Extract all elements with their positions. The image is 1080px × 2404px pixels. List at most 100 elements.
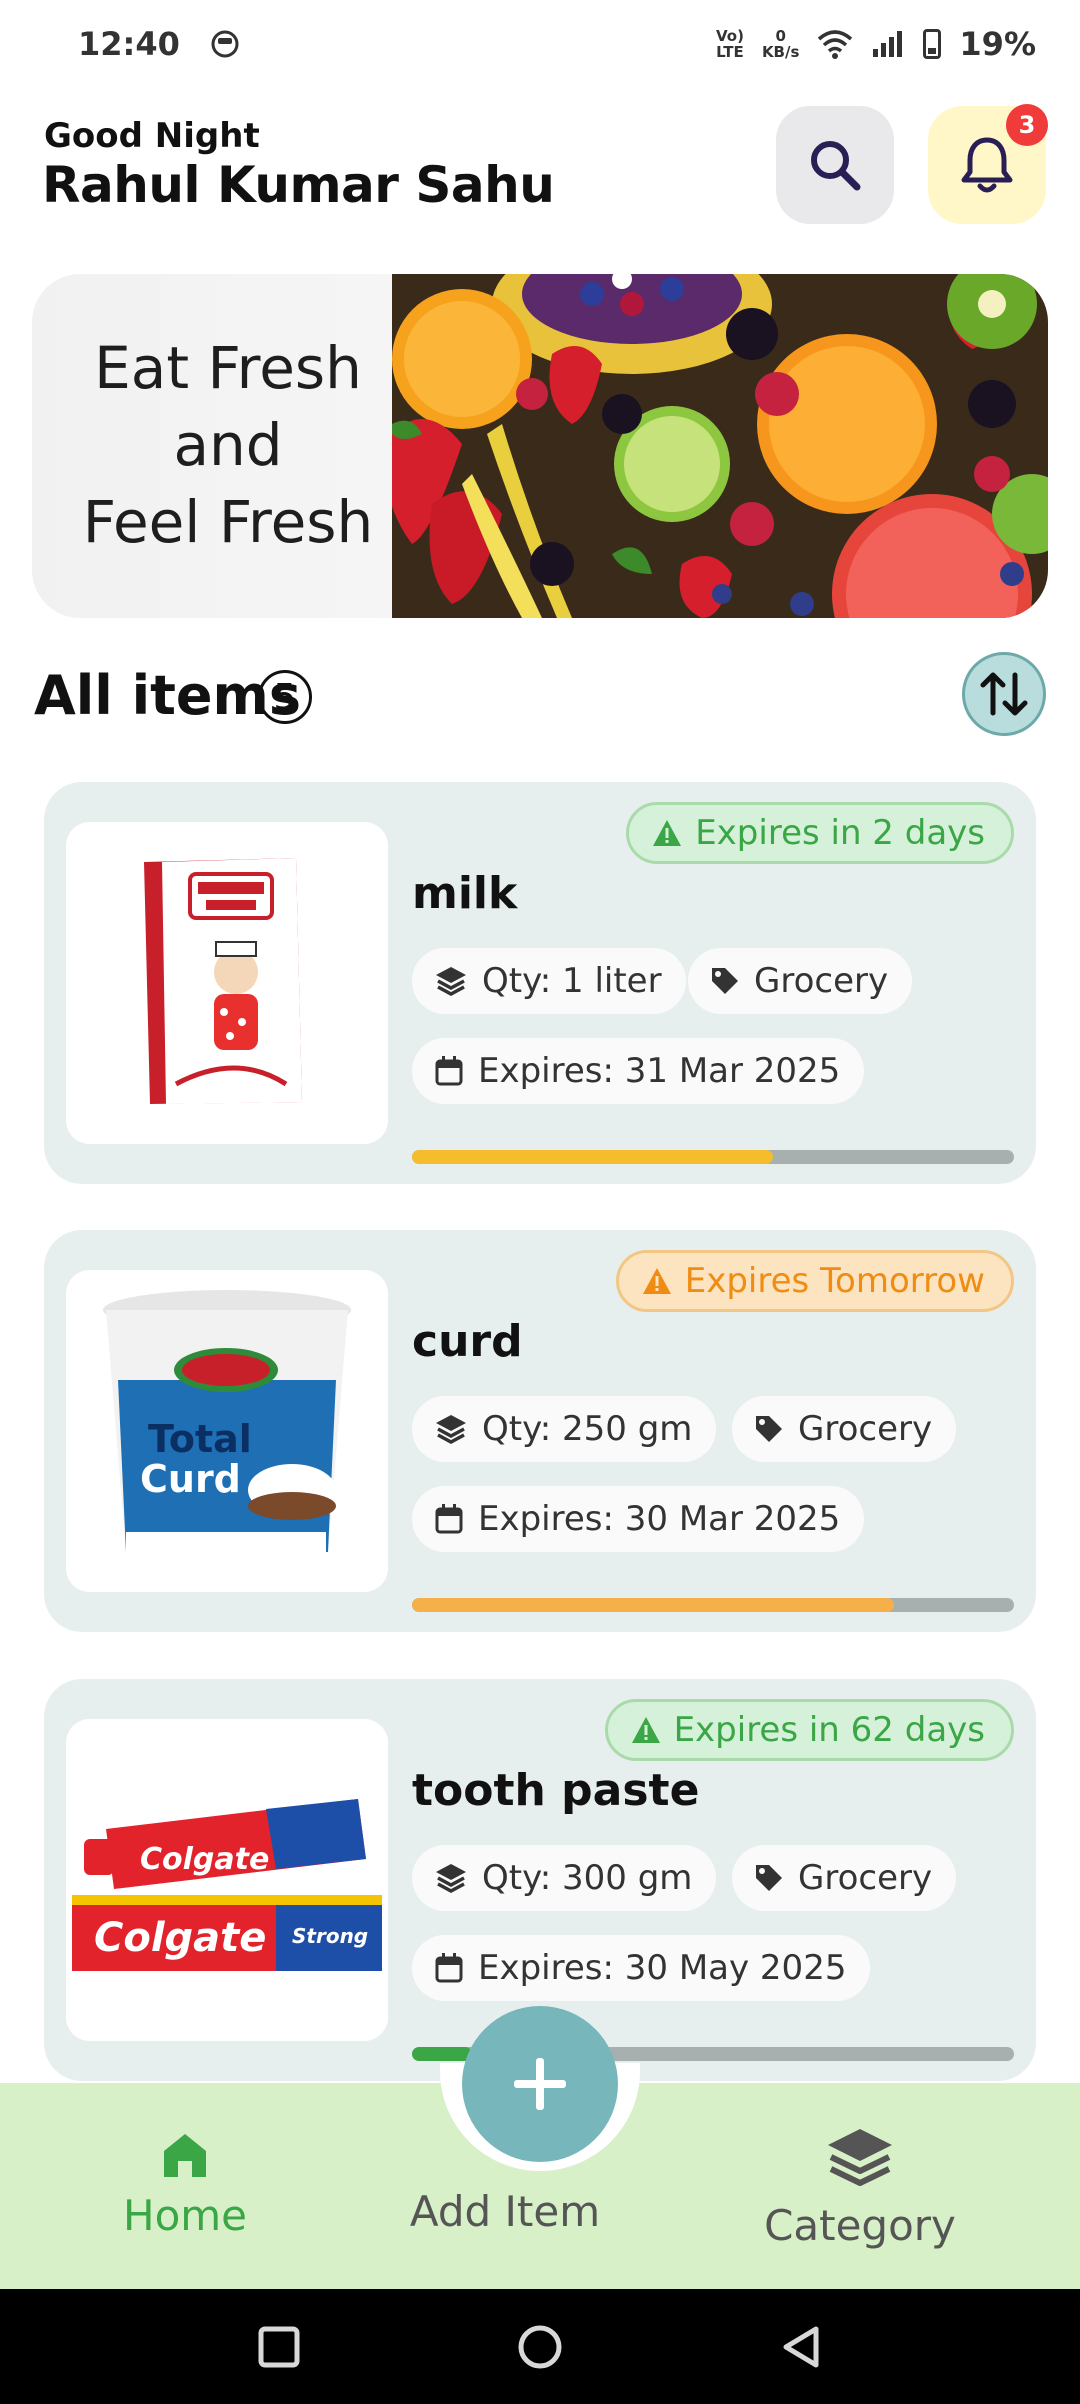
- layers-icon: [828, 2129, 892, 2186]
- wifi-icon: [818, 30, 853, 59]
- battery-percent: 19%: [959, 25, 1036, 63]
- qty-chip: Qty: 250 gm: [412, 1396, 717, 1462]
- item-card-curd[interactable]: Total Curd Expires Tomorrow curd Qty: 25: [44, 1230, 1036, 1632]
- status-time: 12:40: [78, 25, 180, 63]
- banner-text: Eat Fresh and Feel Fresh: [32, 330, 424, 561]
- item-image-tooth-paste: Colgate Colgate Strong: [66, 1719, 388, 2041]
- category-chip: Grocery: [688, 948, 913, 1014]
- search-icon: [811, 141, 861, 191]
- item-name: tooth paste: [412, 1765, 700, 1816]
- app-screen: 12:40 Vo) LTE 0 KB/s 19% Good Night Rahu…: [0, 0, 1080, 2404]
- network-speed: 0 KB/s: [762, 28, 799, 60]
- svg-text:Colgate: Colgate: [94, 1915, 266, 1961]
- item-name: curd: [412, 1316, 523, 1367]
- svg-text:Total: Total: [148, 1417, 252, 1461]
- expiry-status-curd: Expires Tomorrow: [615, 1250, 1014, 1312]
- system-navigation-bar: [0, 2289, 1080, 2404]
- network-speed-value: 0: [775, 27, 786, 45]
- expires-text: Expires: 31 Mar 2025: [478, 1051, 841, 1091]
- network-type: Vo) LTE: [716, 28, 744, 60]
- header: Good Night Rahul Kumar Sahu: [0, 100, 1080, 230]
- network-speed-unit: KB/s: [761, 43, 800, 61]
- back-icon[interactable]: [778, 2324, 824, 2370]
- item-count-badge: 5: [258, 670, 312, 724]
- expiry-status-milk: Expires in 2 days: [626, 802, 1014, 864]
- milk-carton-image: [66, 822, 388, 1144]
- expires-chip: Expires: 30 May 2025: [412, 1935, 871, 2001]
- expiry-status-text: Expires in 62 days: [673, 1710, 985, 1750]
- status-bar: 12:40 Vo) LTE 0 KB/s 19%: [0, 0, 1080, 88]
- nav-category[interactable]: Category: [740, 2127, 980, 2250]
- network-type-bottom: LTE: [716, 43, 744, 61]
- banner-line-1: Eat Fresh: [94, 334, 362, 402]
- fruit-image: [392, 274, 1048, 618]
- item-name: milk: [412, 868, 518, 919]
- greeting-text: Good Night: [44, 116, 260, 156]
- calendar-icon: [435, 1504, 463, 1534]
- qty-text: Qty: 300 gm: [482, 1858, 693, 1898]
- freshness-progress-fill: [412, 2047, 473, 2061]
- item-card-milk[interactable]: Expires in 2 days milk Qty: 1 liter Groc…: [44, 782, 1036, 1184]
- signal-icon: [873, 31, 903, 57]
- user-name: Rahul Kumar Sahu: [42, 156, 555, 214]
- sort-icon: [980, 672, 1028, 716]
- freshness-progress: [412, 1598, 1014, 1612]
- plus-icon: [514, 2058, 566, 2110]
- nav-add-item-label[interactable]: Add Item: [380, 2187, 630, 2236]
- layers-icon: [436, 967, 466, 996]
- banner-line-2: and: [173, 411, 283, 479]
- layers-icon: [436, 1415, 466, 1444]
- warning-icon: [642, 1268, 671, 1294]
- category-text: Grocery: [754, 961, 889, 1001]
- nav-home-label: Home: [122, 2191, 248, 2240]
- item-image-milk: [66, 822, 388, 1144]
- home-icon: [164, 2134, 206, 2177]
- status-left: 12:40: [78, 25, 240, 63]
- warning-icon: [653, 820, 682, 846]
- banner-line-3: Feel Fresh: [82, 488, 374, 556]
- expiry-status-text: Expires Tomorrow: [684, 1261, 985, 1301]
- calendar-icon: [435, 1056, 463, 1086]
- notification-badge: 3: [1006, 104, 1048, 146]
- svg-text:Strong: Strong: [292, 1924, 368, 1948]
- nav-home[interactable]: Home: [100, 2131, 270, 2240]
- promo-banner: Eat Fresh and Feel Fresh: [32, 274, 1048, 618]
- toothpaste-image: Colgate Colgate Strong: [66, 1719, 388, 2041]
- freshness-progress: [412, 1150, 1014, 1164]
- network-type-top: Vo): [715, 27, 744, 45]
- add-item-button[interactable]: [462, 2006, 618, 2162]
- qty-text: Qty: 1 liter: [482, 961, 662, 1001]
- expires-chip: Expires: 31 Mar 2025: [412, 1038, 865, 1104]
- svg-text:Curd: Curd: [140, 1457, 241, 1501]
- curd-cup-image: Total Curd: [66, 1270, 388, 1592]
- expiry-status-text: Expires in 2 days: [695, 813, 985, 853]
- status-right: Vo) LTE 0 KB/s 19%: [716, 25, 1036, 63]
- expiry-status-tooth-paste: Expires in 62 days: [604, 1699, 1014, 1761]
- circle-icon[interactable]: [515, 2322, 565, 2372]
- qty-chip: Qty: 300 gm: [412, 1845, 717, 1911]
- qty-text: Qty: 250 gm: [482, 1409, 693, 1449]
- tag-icon: [756, 1416, 782, 1442]
- search-button[interactable]: [776, 106, 894, 224]
- layers-icon: [436, 1864, 466, 1893]
- nav-category-label: Category: [764, 2201, 956, 2250]
- warning-icon: [631, 1717, 660, 1743]
- square-icon[interactable]: [256, 2324, 302, 2370]
- category-text: Grocery: [798, 1858, 933, 1898]
- tag-icon: [712, 968, 738, 994]
- expires-text: Expires: 30 May 2025: [478, 1948, 847, 1988]
- expires-text: Expires: 30 Mar 2025: [478, 1499, 841, 1539]
- category-chip: Grocery: [732, 1396, 957, 1462]
- svg-text:Colgate: Colgate: [140, 1842, 269, 1877]
- battery-icon: [923, 29, 942, 59]
- qty-chip: Qty: 1 liter: [412, 948, 686, 1014]
- tag-icon: [756, 1865, 782, 1891]
- freshness-progress-fill: [412, 1150, 774, 1164]
- category-chip: Grocery: [732, 1845, 957, 1911]
- freshness-progress-fill: [412, 1598, 894, 1612]
- face-icon: [211, 30, 239, 58]
- sort-button[interactable]: [962, 652, 1046, 736]
- list-header: All items 5: [34, 650, 1050, 740]
- calendar-icon: [435, 1953, 463, 1983]
- bell-icon: [961, 137, 1013, 193]
